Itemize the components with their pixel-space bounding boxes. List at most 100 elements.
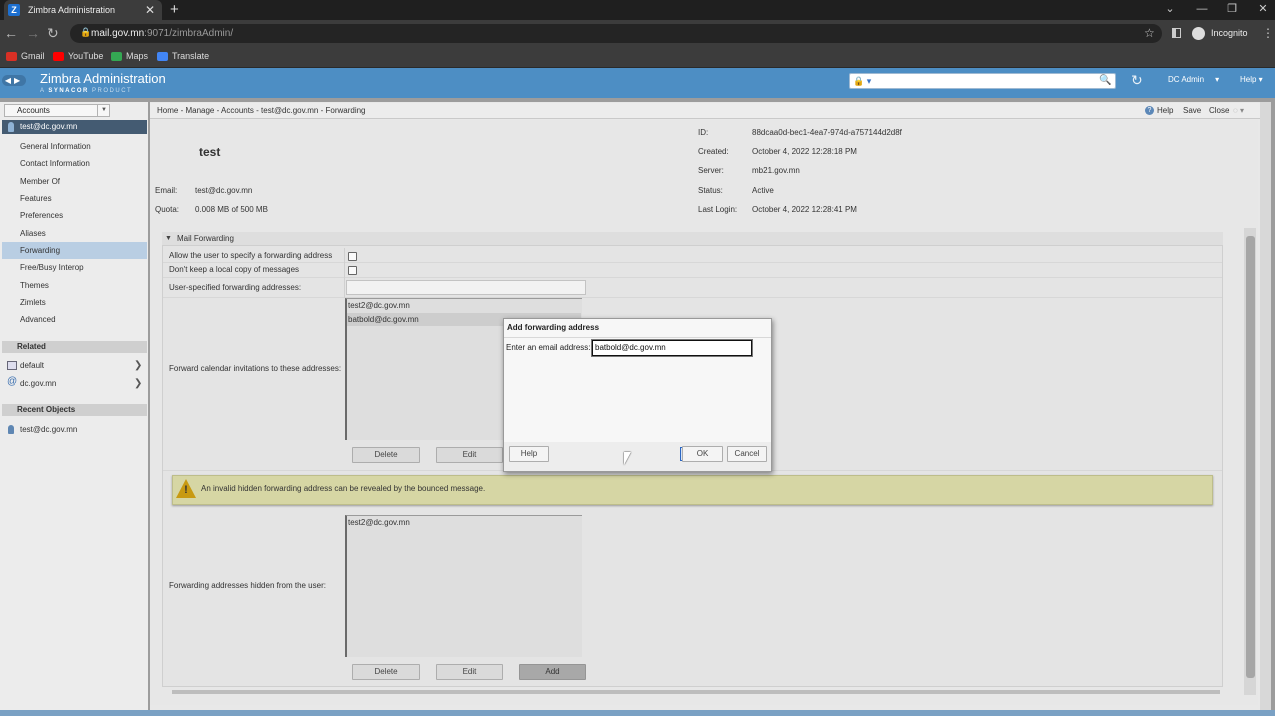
save-button[interactable]: Save bbox=[1183, 103, 1201, 119]
admin-menu[interactable]: DC Admin ▾ bbox=[1168, 72, 1219, 88]
calendar-label: Forward calendar invitations to these ad… bbox=[169, 364, 342, 373]
calendar-edit-button[interactable]: Edit bbox=[436, 447, 503, 463]
bookmark-maps[interactable]: Maps bbox=[126, 48, 148, 65]
back-icon[interactable]: ← bbox=[4, 24, 18, 42]
email-address-label: Enter an email address: bbox=[506, 343, 591, 352]
bookmark-gmail[interactable]: Gmail bbox=[21, 48, 45, 65]
chevron-right-icon[interactable]: ❯ bbox=[134, 375, 142, 392]
id-value: 88dcaa0d-bec1-4ea7-974d-a757144d2d8f bbox=[752, 128, 902, 137]
hidden-edit-button[interactable]: Edit bbox=[436, 664, 503, 680]
outer-scrollbar[interactable] bbox=[1260, 102, 1271, 710]
user-specified-row bbox=[163, 278, 1222, 298]
hidden-add-button[interactable]: Add bbox=[519, 664, 586, 680]
breadcrumb[interactable]: Home - Manage - Accounts - test@dc.gov.m… bbox=[157, 103, 366, 119]
sidebar-item-zimlets[interactable]: Zimlets bbox=[2, 294, 147, 311]
refresh-icon[interactable]: ↻ bbox=[1131, 71, 1143, 89]
dialog-ok-button[interactable]: OK bbox=[682, 446, 723, 462]
sidebar-item-general-information[interactable]: General Information bbox=[2, 138, 147, 155]
browser-tab[interactable]: Zimbra Administration bbox=[4, 0, 162, 20]
new-tab-icon[interactable]: + bbox=[170, 0, 179, 19]
reload-icon[interactable]: ↻ bbox=[47, 24, 59, 42]
allow-user-checkbox[interactable] bbox=[348, 252, 357, 261]
sidebar-item-free-busy-interop[interactable]: Free/Busy Interop bbox=[2, 259, 147, 276]
recent-item-account[interactable]: test@dc.gov.mn bbox=[2, 421, 147, 438]
list-item[interactable]: test2@dc.gov.mn bbox=[347, 516, 581, 529]
email-address-input[interactable]: batbold@dc.gov.mn bbox=[592, 340, 752, 356]
dialog-title: Add forwarding address bbox=[507, 323, 600, 332]
minimize-icon[interactable]: — bbox=[1192, 0, 1212, 18]
column-divider bbox=[344, 248, 345, 298]
incognito-label[interactable]: Incognito bbox=[1211, 24, 1248, 43]
url-host: mail.gov.mn bbox=[91, 28, 145, 39]
horizontal-scrollbar[interactable] bbox=[172, 690, 1220, 694]
history-arrows-icon[interactable]: ◀▶ bbox=[2, 75, 26, 86]
created-label: Created: bbox=[698, 147, 729, 156]
warning-exclamation-icon: ! bbox=[184, 484, 188, 496]
dialog-cancel-button[interactable]: Cancel bbox=[727, 446, 767, 462]
related-item-default[interactable]: default bbox=[2, 357, 147, 374]
lock-icon[interactable]: 🔒 bbox=[80, 27, 91, 37]
gear-menu-icon[interactable]: ◌ ▾ bbox=[1233, 103, 1244, 119]
tab-close-icon[interactable]: ✕ bbox=[145, 0, 155, 20]
sidebar-item-member-of[interactable]: Member Of bbox=[2, 173, 147, 190]
tab-title: Zimbra Administration bbox=[28, 5, 116, 15]
restore-icon[interactable]: ❐ bbox=[1222, 0, 1242, 18]
window-close-icon[interactable]: ✕ bbox=[1253, 0, 1273, 18]
tab-search-icon[interactable]: ⌄ bbox=[1160, 0, 1180, 18]
status-label: Status: bbox=[698, 186, 723, 195]
list-item[interactable]: test2@dc.gov.mn bbox=[347, 299, 581, 312]
sidebar-item-aliases[interactable]: Aliases bbox=[2, 225, 147, 242]
no-local-copy-row bbox=[163, 263, 1222, 278]
app-title: Zimbra Administration bbox=[40, 71, 166, 86]
forward-icon[interactable]: → bbox=[26, 24, 40, 42]
help-button[interactable]: Help bbox=[1157, 103, 1173, 119]
help-icon[interactable]: ? bbox=[1145, 106, 1154, 115]
user-specified-label: User-specified forwarding addresses: bbox=[169, 283, 302, 292]
dialog-divider bbox=[504, 337, 771, 338]
user-icon bbox=[8, 122, 14, 132]
hidden-address-list[interactable] bbox=[345, 515, 582, 657]
sidebar-item-themes[interactable]: Themes bbox=[2, 277, 147, 294]
hidden-delete-button[interactable]: Delete bbox=[352, 664, 420, 680]
sidebar-item-preferences[interactable]: Preferences bbox=[2, 207, 147, 224]
search-type-dropdown-icon[interactable]: 🔒 ▾ bbox=[853, 74, 871, 88]
calendar-delete-button[interactable]: Delete bbox=[352, 447, 420, 463]
sidebar-item-forwarding[interactable]: Forwarding bbox=[2, 242, 147, 259]
admin-menu-label: DC Admin bbox=[1168, 75, 1205, 84]
email-value: test@dc.gov.mn bbox=[195, 186, 253, 195]
bookmark-star-icon[interactable]: ☆ bbox=[1144, 24, 1155, 43]
dialog-help-button[interactable]: Help bbox=[509, 446, 549, 462]
incognito-icon bbox=[1192, 27, 1205, 40]
sidebar-item-contact-information[interactable]: Contact Information bbox=[2, 155, 147, 172]
account-name: test bbox=[199, 145, 221, 159]
mail-forwarding-header[interactable]: Mail Forwarding bbox=[162, 232, 1223, 246]
sidebar-item-features[interactable]: Features bbox=[2, 190, 147, 207]
url-path: :9071/zimbraAdmin/ bbox=[144, 28, 234, 39]
no-local-copy-label: Don't keep a local copy of messages bbox=[169, 265, 300, 274]
close-button[interactable]: Close bbox=[1209, 103, 1229, 119]
no-local-copy-checkbox[interactable] bbox=[348, 266, 357, 275]
browser-tab-strip bbox=[0, 0, 1275, 20]
side-panel-icon[interactable] bbox=[1172, 28, 1181, 38]
related-section-header: Related bbox=[2, 341, 147, 353]
selected-account[interactable]: test@dc.gov.mn bbox=[2, 120, 147, 134]
help-menu[interactable]: Help ▾ bbox=[1240, 72, 1263, 88]
sidebar-item-advanced[interactable]: Advanced bbox=[2, 311, 147, 328]
address-bar[interactable] bbox=[70, 24, 1162, 43]
email-label: Email: bbox=[155, 186, 178, 195]
id-label: ID: bbox=[698, 128, 709, 137]
search-input[interactable] bbox=[849, 73, 1116, 89]
warning-text: An invalid hidden forwarding address can… bbox=[201, 484, 486, 493]
accounts-dropdown[interactable]: Accounts bbox=[4, 104, 110, 117]
bookmark-youtube[interactable]: YouTube bbox=[68, 48, 103, 65]
user-specified-input[interactable] bbox=[346, 280, 586, 295]
chevron-right-icon[interactable]: ❯ bbox=[134, 357, 142, 374]
collapse-triangle-icon[interactable]: ▼ bbox=[165, 232, 172, 246]
bookmark-translate[interactable]: Translate bbox=[172, 48, 209, 65]
browser-menu-icon[interactable]: ⋮ bbox=[1262, 24, 1274, 43]
scrollbar-thumb[interactable] bbox=[1246, 236, 1255, 678]
search-icon[interactable]: 🔍 bbox=[1099, 73, 1111, 89]
related-item-domain[interactable]: dc.gov.mn bbox=[2, 375, 147, 392]
help-menu-label: Help bbox=[1240, 75, 1257, 84]
chevron-down-icon[interactable]: ▼ bbox=[97, 104, 110, 117]
